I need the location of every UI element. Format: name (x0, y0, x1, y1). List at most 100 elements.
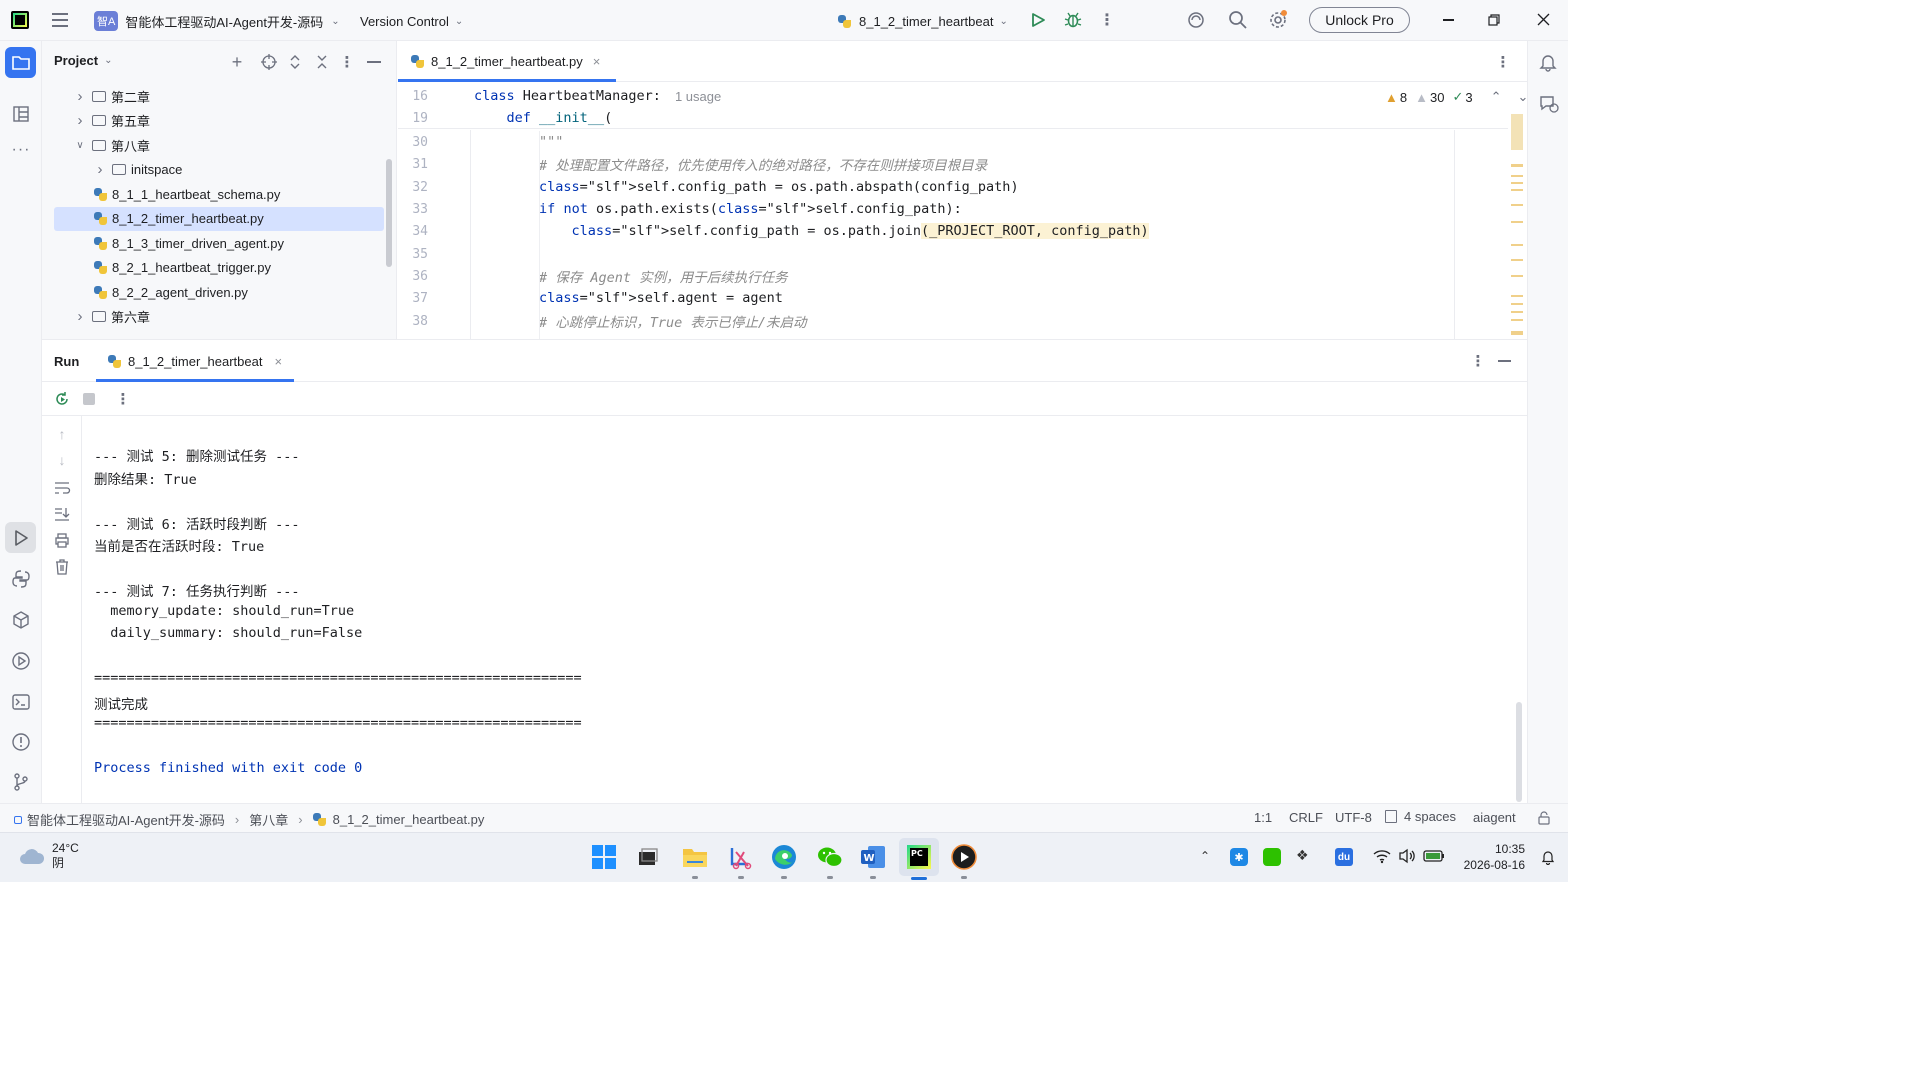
services-icon[interactable] (11, 651, 31, 671)
wechat-icon[interactable] (817, 845, 843, 869)
python-interpreter[interactable]: aiagent (1473, 810, 1516, 825)
code-line[interactable]: 37 class="slf">self.agent = agent (398, 287, 1498, 309)
volume-icon[interactable] (1398, 848, 1416, 864)
file-encoding[interactable]: UTF-8 (1335, 810, 1372, 825)
run-tool-icon[interactable] (5, 522, 36, 553)
restore-window-button[interactable] (1488, 14, 1500, 26)
close-tab-icon[interactable]: × (274, 354, 282, 369)
caret-position[interactable]: 1:1 (1254, 810, 1272, 825)
select-opened-file-icon[interactable] (261, 54, 277, 70)
settings-gear-icon[interactable] (1268, 10, 1288, 30)
problems-icon[interactable] (11, 732, 31, 752)
chevron-up-icon[interactable]: ⌃ (1491, 89, 1502, 105)
tree-file[interactable]: 8_1_2_timer_heartbeat.py (54, 206, 384, 231)
close-window-button[interactable] (1537, 13, 1550, 26)
chevron-right-icon[interactable]: › (74, 88, 86, 105)
project-tool-icon[interactable] (5, 47, 36, 78)
tray-bluetooth-app-icon[interactable]: ✱ (1230, 848, 1248, 866)
ai-chat-icon[interactable] (1538, 94, 1560, 114)
pycharm-taskbar-icon[interactable]: PC (899, 838, 939, 876)
weather-widget[interactable]: 24°C 阴 (18, 841, 79, 871)
breadcrumb-project[interactable]: 智能体工程驱动AI-Agent开发-源码 (27, 810, 225, 829)
word-icon[interactable]: W (860, 845, 886, 869)
search-icon[interactable] (1228, 10, 1248, 30)
collapse-all-icon[interactable] (315, 54, 329, 70)
tree-file[interactable]: 8_1_3_timer_driven_agent.py (54, 231, 384, 255)
usage-hint[interactable]: 1 usage (675, 89, 721, 104)
unlock-pro-button[interactable]: Unlock Pro (1309, 7, 1410, 33)
structure-tool-icon[interactable] (12, 105, 30, 123)
task-view-icon[interactable] (637, 847, 659, 867)
code-line[interactable]: 34 class="slf">self.config_path = os.pat… (398, 220, 1498, 242)
chevron-down-icon[interactable]: ⌄ (1518, 89, 1528, 105)
python-console-icon[interactable] (11, 569, 31, 589)
expand-all-icon[interactable] (288, 54, 302, 70)
edge-browser-icon[interactable] (771, 844, 797, 870)
lock-icon[interactable] (1537, 811, 1551, 825)
tray-baidu-icon[interactable]: du (1335, 848, 1353, 866)
line-separator[interactable]: CRLF (1289, 810, 1323, 825)
new-file-icon[interactable]: + (228, 52, 246, 72)
tree-folder[interactable]: › 第二章 (54, 84, 384, 108)
close-tab-icon[interactable]: × (593, 54, 601, 69)
options-icon[interactable]: ⋮ (340, 53, 355, 71)
code-line[interactable]: 30 """ (398, 131, 1498, 153)
show-hidden-icons-chevron[interactable]: ⌃ (1200, 849, 1214, 863)
media-player-icon[interactable] (951, 844, 977, 870)
code-line[interactable]: 31 # 处理配置文件路径，优先使用传入的绝对路径，不存在则拼接项目根目录 (398, 153, 1498, 175)
chevron-down-icon[interactable]: ∨ (74, 140, 86, 151)
git-icon[interactable] (11, 772, 31, 792)
tree-folder[interactable]: › initspace (54, 158, 384, 182)
inspection-widget[interactable]: ▲ 8 ▲ 30 ✓ 3 ⌃ ⌄ (1385, 89, 1527, 105)
tree-folder[interactable]: › 第六章 (54, 305, 384, 329)
editor-tab[interactable]: 8_1_2_timer_heartbeat.py × (398, 41, 616, 82)
indent-widget[interactable]: 4 spaces (1385, 809, 1456, 824)
chevron-down-icon[interactable]: ⌄ (104, 55, 112, 66)
tree-folder[interactable]: ∨ 第八章 (54, 133, 384, 157)
rerun-icon[interactable] (54, 391, 70, 407)
chevron-right-icon[interactable]: › (74, 112, 86, 129)
file-explorer-icon[interactable] (682, 846, 708, 868)
terminal-icon[interactable] (11, 692, 31, 712)
more-actions-icon[interactable]: ⋮ (1099, 11, 1115, 29)
code-line[interactable]: 32 class="slf">self.config_path = os.pat… (398, 176, 1498, 198)
run-tab[interactable]: 8_1_2_timer_heartbeat × (96, 340, 294, 382)
project-panel-title[interactable]: Project (54, 53, 98, 68)
code-line[interactable]: 36 # 保存 Agent 实例，用于后续执行任务 (398, 265, 1498, 287)
tree-file[interactable]: 8_1_1_heartbeat_schema.py (54, 182, 384, 206)
chevron-right-icon[interactable]: › (94, 161, 106, 178)
battery-icon[interactable] (1423, 850, 1445, 862)
stop-icon[interactable] (83, 393, 95, 405)
console-scrollbar[interactable] (1516, 702, 1522, 802)
tray-wechat-icon[interactable] (1263, 848, 1281, 866)
minimize-window-button[interactable] (1440, 12, 1456, 28)
more-tools-icon[interactable]: ··· (10, 141, 32, 158)
code-line[interactable]: 33 if not os.path.exists(class="slf">sel… (398, 198, 1498, 220)
vcs-widget[interactable]: Version Control ⌄ (360, 9, 463, 33)
debug-button[interactable] (1064, 11, 1082, 29)
run-more-icon[interactable]: ⋮ (116, 390, 131, 408)
main-menu-icon[interactable] (50, 11, 70, 29)
tray-app-icon[interactable]: ❖ (1296, 847, 1314, 865)
project-scrollbar[interactable] (386, 159, 392, 267)
clock[interactable]: 10:35 2026-08-16 (1455, 841, 1525, 873)
breadcrumb-folder[interactable]: 第八章 (249, 810, 288, 829)
project-widget[interactable]: 智A 智能体工程驱动AI-Agent开发-源码 ⌄ (94, 9, 340, 33)
tree-file[interactable]: 8_2_2_agent_driven.py (54, 280, 384, 304)
hide-panel-icon[interactable] (367, 61, 381, 63)
snipping-tool-icon[interactable] (728, 846, 752, 870)
pycharm-logo-icon[interactable] (11, 11, 29, 29)
error-stripe[interactable] (1511, 109, 1523, 339)
editor-options-icon[interactable]: ⋮ (1496, 53, 1511, 71)
start-button[interactable] (592, 845, 616, 869)
code-line[interactable]: 35 (398, 243, 1498, 265)
run-button[interactable] (1030, 12, 1046, 28)
notification-center-bell-icon[interactable] (1540, 849, 1556, 866)
chevron-right-icon[interactable]: › (74, 308, 86, 325)
console-output[interactable]: --- 测试 5: 删除测试任务 --- 删除结果: True --- 测试 6: … (42, 416, 1517, 804)
tree-file[interactable]: 8_2_1_heartbeat_trigger.py (54, 256, 384, 280)
code-line[interactable]: 19 def __init__( (398, 107, 1498, 129)
code-line[interactable]: 16 class HeartbeatManager: 1 usage (398, 85, 1498, 107)
wifi-icon[interactable] (1373, 848, 1391, 864)
run-options-icon[interactable]: ⋮ (1471, 352, 1486, 370)
